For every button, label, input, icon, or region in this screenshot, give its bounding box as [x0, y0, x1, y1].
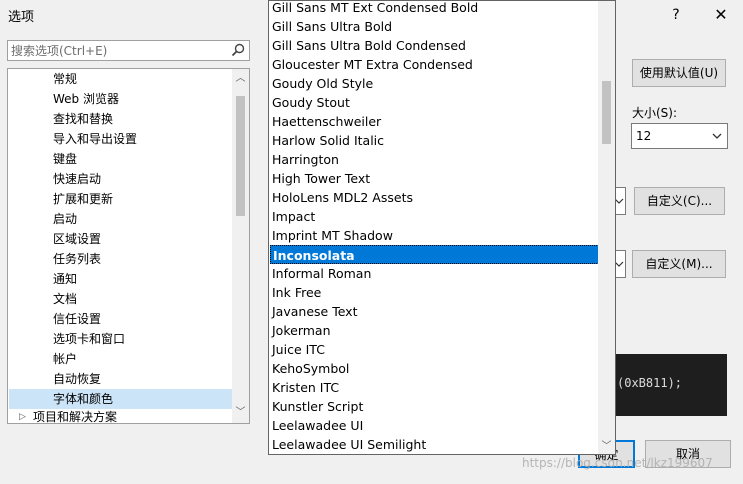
- size-value: 12: [636, 129, 652, 143]
- font-list-scroll-thumb[interactable]: [602, 81, 611, 144]
- tree-item-web-browser[interactable]: Web 浏览器: [53, 89, 119, 109]
- font-item[interactable]: Leelawadee UI: [270, 416, 599, 435]
- tree-item-trust[interactable]: 信任设置: [53, 309, 101, 329]
- font-item[interactable]: Goudy Stout: [270, 93, 599, 112]
- font-item[interactable]: Gill Sans Ultra Bold: [270, 17, 599, 36]
- preview-text: (0xB811);: [617, 376, 683, 390]
- tree-item-task-list[interactable]: 任务列表: [53, 249, 101, 269]
- window-title: 选项: [8, 10, 35, 25]
- font-list-scrollbar[interactable]: ﹀: [598, 1, 615, 454]
- tree-item-account[interactable]: 帐户: [53, 349, 77, 369]
- search-box[interactable]: [7, 40, 250, 61]
- tree-item-region[interactable]: 区域设置: [53, 229, 101, 249]
- watermark: https://blog.csdn.net/lkz199607: [522, 456, 713, 470]
- help-button[interactable]: ?: [664, 4, 688, 26]
- tree-item-documents[interactable]: 文档: [53, 289, 77, 309]
- font-item[interactable]: Leelawadee UI Semilight: [270, 435, 599, 454]
- font-item[interactable]: Goudy Old Style: [270, 74, 599, 93]
- tree-scrollbar[interactable]: ︿ ﹀: [232, 69, 249, 423]
- font-item[interactable]: High Tower Text: [270, 169, 599, 188]
- tree-item-fonts-colors[interactable]: 字体和颜色: [53, 389, 113, 409]
- tree-item-projects-solutions[interactable]: 项目和解决方案: [33, 409, 117, 423]
- chevron-down-icon[interactable]: [711, 129, 723, 143]
- font-item[interactable]: HoloLens MDL2 Assets: [270, 188, 599, 207]
- font-item[interactable]: Harlow Solid Italic: [270, 131, 599, 150]
- font-item-selected[interactable]: Inconsolata: [270, 245, 599, 264]
- tree-item-keyboard[interactable]: 键盘: [53, 149, 77, 169]
- font-item[interactable]: Ink Free: [270, 283, 599, 302]
- use-default-button[interactable]: 使用默认值(U): [632, 59, 726, 87]
- scroll-up-icon[interactable]: ︿: [235, 73, 246, 84]
- tree-item-notifications[interactable]: 通知: [53, 269, 77, 289]
- font-item[interactable]: Informal Roman: [270, 264, 599, 283]
- size-label: 大小(S):: [632, 106, 678, 120]
- font-item[interactable]: Imprint MT Shadow: [270, 226, 599, 245]
- font-item[interactable]: Gill Sans Ultra Bold Condensed: [270, 36, 599, 55]
- font-item[interactable]: Kristen ITC: [270, 378, 599, 397]
- size-select[interactable]: 12: [631, 123, 728, 149]
- expand-arrow-icon[interactable]: ▷: [19, 412, 26, 422]
- tree-scroll-thumb[interactable]: [236, 96, 245, 216]
- font-item[interactable]: Haettenschweiler: [270, 112, 599, 131]
- tree-selection-highlight: [9, 389, 232, 409]
- tree-item-autorecover[interactable]: 自动恢复: [53, 369, 101, 389]
- font-item[interactable]: Gill Sans MT Ext Condensed Bold: [270, 1, 599, 17]
- font-item[interactable]: Impact: [270, 207, 599, 226]
- font-item[interactable]: Harrington: [270, 150, 599, 169]
- font-item[interactable]: KehoSymbol: [270, 359, 599, 378]
- custom-color-button[interactable]: 自定义(C)...: [634, 187, 725, 215]
- tree-item-quick-launch[interactable]: 快速启动: [53, 169, 101, 189]
- font-item[interactable]: Gloucester MT Extra Condensed: [270, 55, 599, 74]
- tree-item-tabs-windows[interactable]: 选项卡和窗口: [53, 329, 125, 349]
- scroll-down-icon[interactable]: ﹀: [235, 407, 246, 418]
- search-icon[interactable]: [230, 42, 246, 59]
- font-item[interactable]: Javanese Text: [270, 302, 599, 321]
- tree-item-import-export[interactable]: 导入和导出设置: [53, 129, 137, 149]
- custom-mark-button[interactable]: 自定义(M)...: [632, 250, 726, 278]
- search-input[interactable]: [11, 42, 221, 59]
- close-button[interactable]: ✕: [707, 4, 735, 26]
- options-tree[interactable]: 常规 Web 浏览器 查找和替换 导入和导出设置 键盘 快速启动 扩展和更新 启…: [7, 68, 250, 424]
- font-preview: (0xB811);: [612, 354, 727, 416]
- font-dropdown-list[interactable]: Gill Sans MT Ext Condensed Bold Gill Sans…: [268, 0, 616, 455]
- tree-item-general[interactable]: 常规: [53, 69, 77, 89]
- font-item[interactable]: Kunstler Script: [270, 397, 599, 416]
- tree-item-startup[interactable]: 启动: [53, 209, 77, 229]
- font-item[interactable]: Juice ITC: [270, 340, 599, 359]
- scroll-down-icon[interactable]: ﹀: [601, 441, 612, 452]
- font-item[interactable]: Jokerman: [270, 321, 599, 340]
- tree-item-find-replace[interactable]: 查找和替换: [53, 109, 113, 129]
- tree-item-extensions[interactable]: 扩展和更新: [53, 189, 113, 209]
